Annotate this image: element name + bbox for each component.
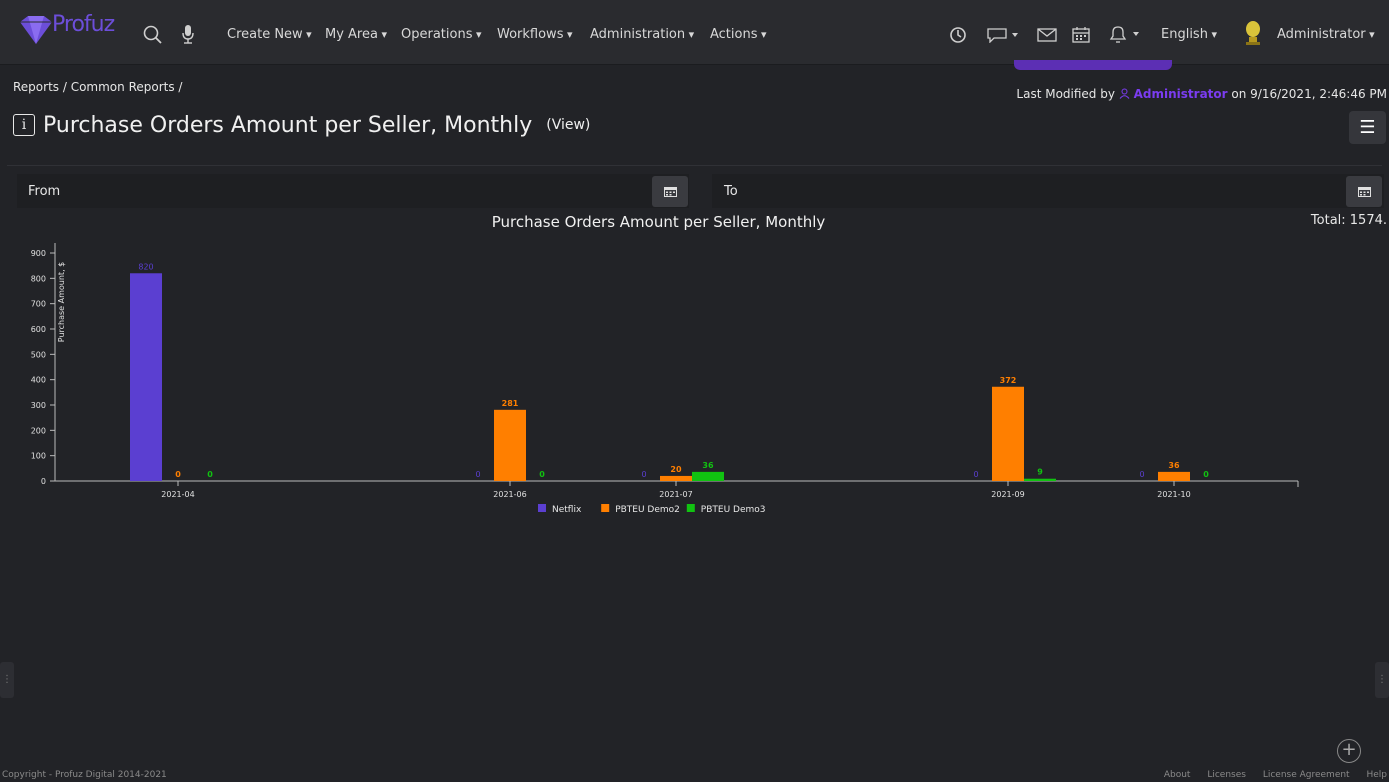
footer-link-licenses[interactable]: Licenses (1207, 770, 1246, 780)
bar-data-label: 0 (641, 470, 646, 479)
footer-links: About Licenses License Agreement Help (1150, 770, 1387, 780)
bar-data-label: 0 (1203, 470, 1209, 479)
bar-data-label: 0 (1139, 470, 1144, 479)
page-title-row: i Purchase Orders Amount per Seller, Mon… (13, 110, 590, 140)
bar (992, 386, 1024, 481)
to-calendar-button[interactable] (1346, 176, 1382, 207)
bar (1024, 478, 1056, 481)
from-label: From (28, 184, 61, 199)
left-panel-grip[interactable]: ⋮ (0, 662, 14, 698)
user-icon (1119, 88, 1130, 99)
x-tick-label: 2021-10 (1157, 490, 1190, 499)
footer-link-about[interactable]: About (1164, 770, 1191, 780)
legend-swatch (601, 504, 610, 512)
legend-label: Netflix (552, 505, 582, 515)
hamburger-icon[interactable]: ☰ (1349, 111, 1386, 144)
menu-administration[interactable]: Administration (590, 27, 694, 42)
x-tick-label: 2021-06 (493, 490, 526, 499)
bar-data-label: 36 (1168, 461, 1180, 470)
y-tick-label: 700 (31, 300, 46, 309)
legend-swatch (686, 504, 695, 512)
accent-tab (1014, 60, 1172, 70)
info-icon[interactable]: i (13, 114, 35, 136)
bar-data-label: 0 (973, 470, 978, 479)
menu-create-new[interactable]: Create New (227, 27, 312, 42)
y-tick-label: 300 (31, 401, 46, 410)
y-tick-label: 0 (41, 477, 46, 486)
y-axis-label: Purchase Amount, $ (57, 262, 66, 342)
last-modified-prefix: Last Modified by (1016, 87, 1115, 101)
bell-icon[interactable] (1107, 25, 1147, 44)
bar (130, 273, 162, 481)
bar-data-label: 0 (175, 470, 181, 479)
user-menu[interactable]: Administrator (1277, 27, 1375, 42)
last-modified-user[interactable]: Administrator (1134, 87, 1228, 101)
legend-label: PBTEU Demo2 (615, 505, 680, 515)
legend-label: PBTEU Demo3 (701, 505, 766, 515)
calendar-icon (663, 187, 677, 197)
bar-data-label: 0 (539, 470, 545, 479)
calendar-icon (1357, 187, 1371, 197)
from-calendar-button[interactable] (652, 176, 688, 207)
top-navbar: Profuz Create New My Area Operations Wor… (0, 0, 1389, 64)
bar-data-label: 0 (207, 470, 213, 479)
legend-swatch (538, 504, 546, 512)
menu-actions[interactable]: Actions (710, 27, 767, 42)
copyright-text: Copyright - Profuz Digital 2014-2021 (2, 770, 167, 780)
bar (1158, 471, 1190, 481)
footer-link-license-agreement[interactable]: License Agreement (1263, 770, 1350, 780)
right-panel-grip[interactable]: ⋮ (1375, 662, 1389, 698)
bar (494, 409, 526, 481)
y-tick-label: 100 (31, 452, 46, 461)
search-icon[interactable] (143, 25, 163, 45)
y-tick-label: 900 (31, 249, 46, 258)
chat-icon[interactable] (986, 27, 1020, 43)
footer-link-help[interactable]: Help (1366, 770, 1387, 780)
language-selector[interactable]: English (1161, 27, 1217, 42)
to-field[interactable] (712, 174, 1384, 208)
bar-data-label: 281 (502, 399, 519, 408)
mail-icon[interactable] (1037, 28, 1057, 42)
bar-data-label: 20 (670, 465, 682, 474)
from-field[interactable] (17, 174, 689, 208)
x-tick-label: 2021-04 (161, 490, 194, 499)
x-tick-label: 2021-09 (991, 490, 1024, 499)
bar-data-label: 36 (702, 461, 714, 470)
divider (7, 165, 1382, 166)
microphone-icon[interactable] (181, 24, 195, 44)
bar (692, 471, 724, 481)
logo-text[interactable]: Profuz (52, 12, 115, 37)
breadcrumb[interactable]: Reports / Common Reports / (13, 80, 182, 94)
footer: Copyright - Profuz Digital 2014-2021 Abo… (0, 769, 1389, 782)
bar-data-label: 9 (1037, 468, 1043, 477)
history-icon[interactable] (949, 26, 967, 44)
bar-data-label: 0 (475, 470, 480, 479)
y-tick-label: 600 (31, 325, 46, 334)
y-tick-label: 200 (31, 426, 46, 435)
last-modified-date: on 9/16/2021, 2:46:46 PM (1231, 87, 1387, 101)
last-modified: Last Modified by Administrator on 9/16/2… (1016, 87, 1387, 101)
calendar-icon[interactable] (1072, 26, 1090, 43)
avatar-icon[interactable] (1242, 20, 1264, 46)
total-value: Total: 1574. (1310, 213, 1387, 228)
menu-my-area[interactable]: My Area (325, 27, 387, 42)
view-link[interactable]: (View) (546, 117, 590, 133)
page-title: Purchase Orders Amount per Seller, Month… (43, 112, 533, 138)
y-tick-label: 400 (31, 376, 46, 385)
menu-workflows[interactable]: Workflows (497, 27, 573, 42)
chart-title: Purchase Orders Amount per Seller, Month… (491, 213, 826, 231)
y-tick-label: 500 (31, 350, 46, 359)
x-tick-label: 2021-07 (659, 490, 692, 499)
bar-chart: 0100200300400500600700800900Purchase Amo… (31, 243, 1299, 515)
y-tick-label: 800 (31, 274, 46, 283)
to-label: To (724, 184, 738, 199)
menu-operations[interactable]: Operations (401, 27, 482, 42)
bar-data-label: 372 (1000, 376, 1017, 385)
bar-data-label: 820 (138, 262, 153, 271)
plus-icon[interactable]: + (1337, 739, 1361, 763)
bar (660, 475, 692, 481)
